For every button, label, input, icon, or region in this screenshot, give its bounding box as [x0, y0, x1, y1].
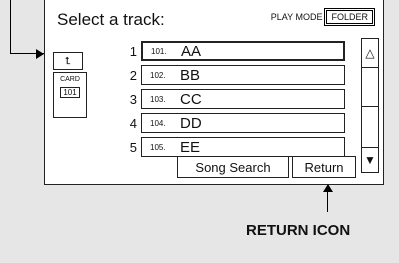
- list-item[interactable]: 4 104. DD: [123, 113, 345, 133]
- track-name: AA: [181, 42, 202, 60]
- track-button[interactable]: 102. BB: [141, 65, 345, 85]
- scroll-track[interactable]: [362, 107, 378, 148]
- up-folder-icon: ⮤: [65, 55, 71, 67]
- return-icon-caption: RETURN ICON: [246, 222, 351, 239]
- card-folder-number: 101: [60, 87, 80, 98]
- scroll-up-icon: △: [365, 46, 375, 60]
- list-item[interactable]: 2 102. BB: [123, 65, 345, 85]
- list-item[interactable]: 3 103. CC: [123, 89, 345, 109]
- scroll-down-icon: ▼: [364, 153, 376, 167]
- track-index: 1: [129, 43, 137, 59]
- track-name: CC: [180, 90, 202, 108]
- track-code: 103.: [150, 94, 166, 104]
- list-item[interactable]: 1 101. AA: [123, 41, 345, 61]
- play-mode-label: PLAY MODE: [270, 12, 323, 22]
- side-panel: ⮤ CARD 101: [53, 52, 87, 118]
- track-name: DD: [180, 114, 202, 132]
- track-index: 5: [129, 139, 137, 155]
- track-code: 104.: [150, 118, 166, 128]
- list-item[interactable]: 5 105. EE: [123, 137, 345, 157]
- pointer-arrow-icon: [36, 49, 44, 59]
- card-folder-box[interactable]: CARD 101: [53, 72, 87, 118]
- track-code: 102.: [150, 70, 166, 80]
- track-button[interactable]: 101. AA: [141, 41, 345, 61]
- track-index: 3: [129, 91, 137, 107]
- track-code: 105.: [150, 142, 166, 152]
- scroll-thumb[interactable]: [362, 68, 378, 107]
- track-button[interactable]: 103. CC: [141, 89, 345, 109]
- bottom-buttons: Song Search Return: [177, 156, 356, 178]
- return-arrow-line: [327, 192, 328, 212]
- track-index: 4: [129, 115, 137, 131]
- card-label: CARD: [60, 76, 80, 83]
- scroll-down-button[interactable]: ▼: [362, 147, 378, 172]
- song-search-button[interactable]: Song Search: [177, 156, 289, 178]
- track-button[interactable]: 104. DD: [141, 113, 345, 133]
- play-mode: PLAY MODE FOLDER: [270, 8, 375, 26]
- track-code: 101.: [151, 46, 167, 56]
- screen-title: Select a track:: [57, 10, 165, 29]
- track-name: BB: [180, 66, 201, 84]
- track-index: 2: [129, 67, 137, 83]
- folder-button[interactable]: FOLDER: [324, 8, 375, 26]
- track-name: EE: [180, 138, 201, 156]
- scrollbar[interactable]: △ ▼: [361, 38, 379, 173]
- scroll-up-button[interactable]: △: [362, 39, 378, 68]
- pointer-line-vertical: [10, 0, 11, 54]
- track-button[interactable]: 105. EE: [141, 137, 345, 157]
- track-list: 1 101. AA 2 102. BB 3 103. CC 4 104. DD: [123, 41, 345, 161]
- track-selection-screen: Select a track: PLAY MODE FOLDER ⮤ CARD …: [44, 0, 384, 185]
- return-arrow-head-icon: [323, 184, 333, 192]
- return-button[interactable]: Return: [292, 156, 356, 178]
- up-folder-button[interactable]: ⮤: [53, 52, 83, 70]
